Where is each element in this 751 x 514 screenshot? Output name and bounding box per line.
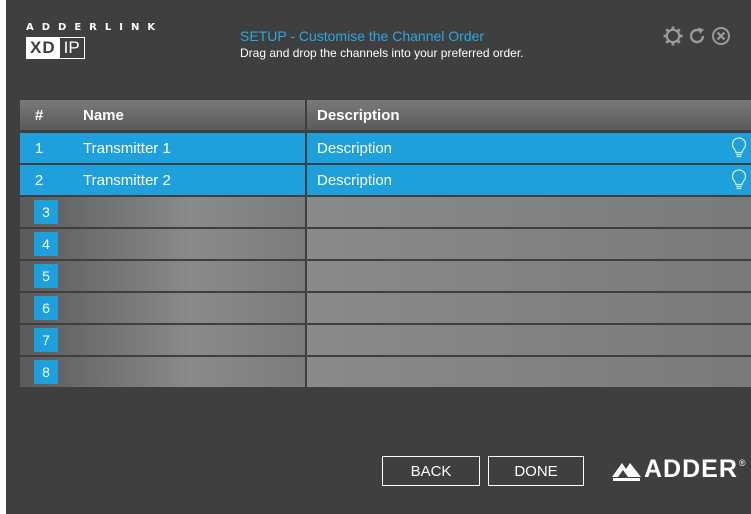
adder-mark-icon [612, 462, 641, 481]
lightbulb-icon[interactable] [731, 136, 747, 160]
logo-wordmark: ADDERLINK [26, 22, 164, 33]
table-row[interactable]: 3 [20, 197, 751, 227]
setup-window: ADDERLINK XD IP SETUP - Customise the Ch… [6, 0, 751, 514]
table-row[interactable]: 5 [20, 261, 751, 291]
row-number: 5 [34, 264, 58, 288]
row-number: 4 [34, 232, 58, 256]
page-title: SETUP - Customise the Channel Order [240, 28, 485, 44]
table-header: # Name Description [20, 100, 751, 130]
row-number: 3 [34, 200, 58, 224]
logo-ip: IP [59, 37, 85, 59]
row-number: 7 [34, 328, 58, 352]
page-subtitle: Drag and drop the channels into your pre… [240, 46, 524, 60]
registered-mark: ® [738, 458, 746, 468]
table-row[interactable]: 2 Transmitter 2 Description [20, 165, 751, 195]
table-row[interactable]: 7 [20, 325, 751, 355]
close-icon[interactable] [710, 25, 732, 47]
row-number: 1 [34, 139, 44, 157]
row-description: Description [317, 171, 393, 189]
row-number: 6 [34, 296, 58, 320]
column-header-number: # [34, 106, 44, 124]
done-button[interactable]: DONE [488, 456, 584, 486]
brand-wordmark: ADDER [644, 455, 738, 483]
table-row[interactable]: 6 [20, 293, 751, 323]
lightbulb-icon[interactable] [731, 168, 747, 192]
row-name: Transmitter 2 [83, 171, 171, 189]
column-header-description: Description [307, 100, 751, 130]
table-row[interactable]: 4 [20, 229, 751, 259]
row-number: 8 [34, 360, 58, 384]
column-header-name: Name [83, 106, 124, 124]
logo-xd: XD [26, 37, 60, 59]
channel-order-table: # Name Description 1 Transmitter 1 Descr… [20, 100, 751, 389]
row-name: Transmitter 1 [83, 139, 171, 157]
adderlink-xdip-logo: ADDERLINK XD IP [26, 22, 163, 59]
header-actions [662, 25, 732, 47]
adder-brand-logo: ADDER ® [610, 455, 746, 484]
table-row[interactable]: 8 [20, 357, 751, 387]
gear-icon[interactable] [662, 25, 684, 47]
row-description: Description [317, 139, 393, 157]
page-header: SETUP - Customise the Channel Order Drag… [240, 28, 524, 61]
back-button[interactable]: BACK [382, 456, 480, 486]
refresh-icon[interactable] [686, 25, 708, 47]
table-row[interactable]: 1 Transmitter 1 Description [20, 133, 751, 163]
row-number: 2 [34, 171, 44, 189]
